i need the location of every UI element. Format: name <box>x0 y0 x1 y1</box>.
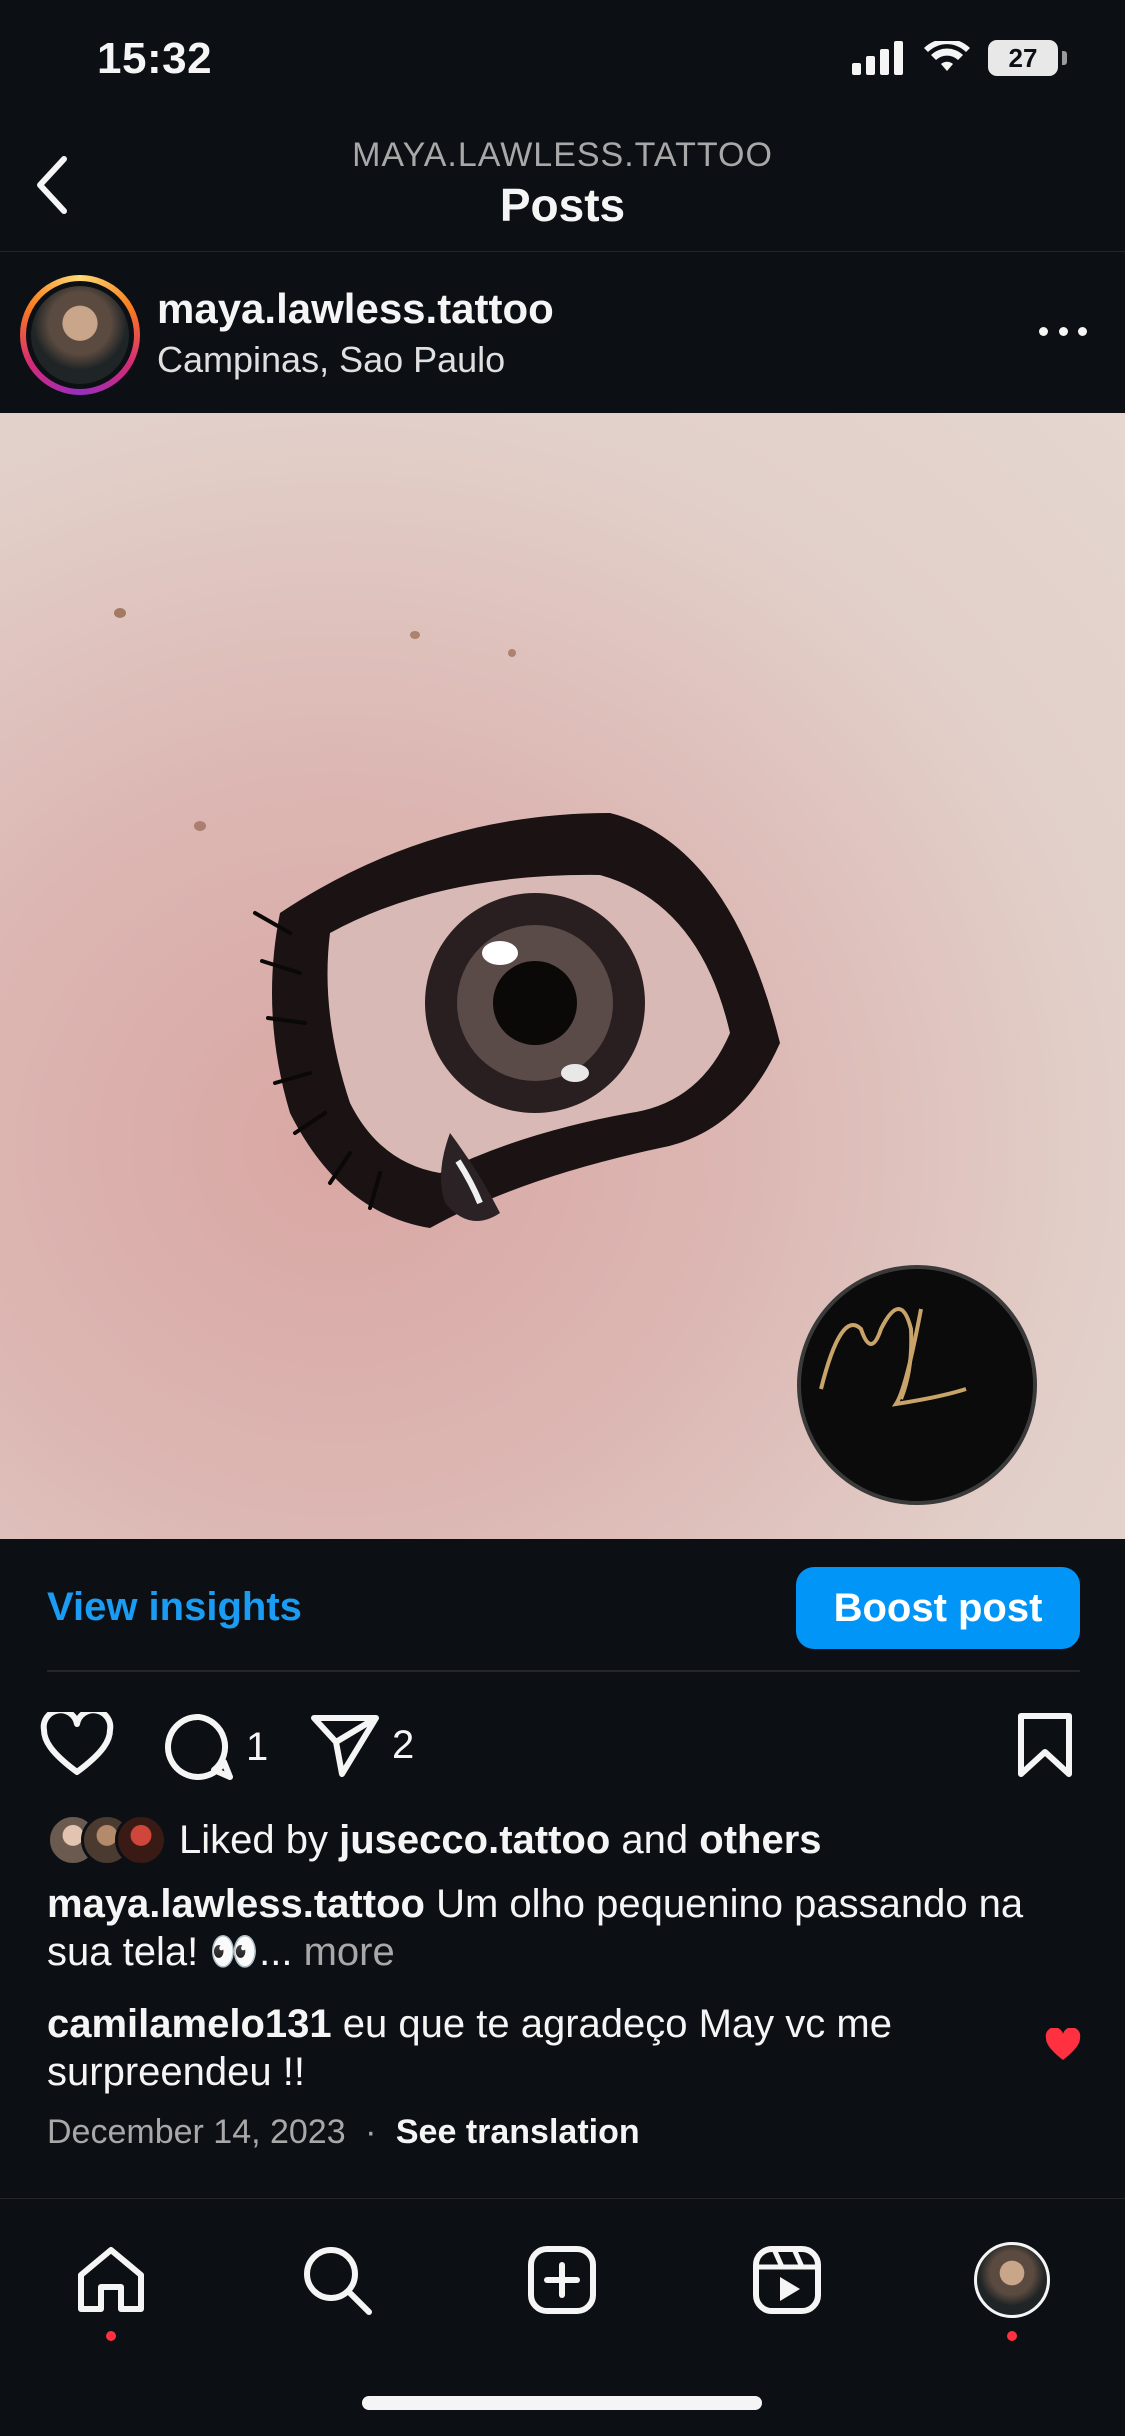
post-date-row: December 14, 2023 · See translation <box>47 2113 640 2152</box>
shares-count: 2 <box>392 1722 415 1767</box>
reels-icon <box>753 2246 821 2314</box>
nav-home[interactable] <box>66 2235 156 2341</box>
share-button[interactable]: 2 <box>310 1712 414 1778</box>
see-translation-link[interactable]: See translation <box>396 2113 640 2151</box>
nav-search[interactable] <box>292 2235 382 2325</box>
top-header: MAYA.LAWLESS.TATTOO Posts <box>0 130 1125 252</box>
create-icon <box>528 2246 596 2314</box>
liked-by-others[interactable]: others <box>699 1818 821 1862</box>
nav-reels[interactable] <box>742 2235 832 2325</box>
battery-cap <box>1062 51 1067 65</box>
post-location[interactable]: Campinas, Sao Paulo <box>157 339 505 381</box>
comment-preview: camilamelo131 eu que te agradeço May vc … <box>47 2000 1007 2096</box>
caption-more-link[interactable]: more <box>304 1930 395 1974</box>
separator-dot: · <box>365 2113 377 2151</box>
comment-username[interactable]: camilamelo131 <box>47 2002 332 2046</box>
profile-avatar <box>974 2242 1050 2318</box>
post-header: maya.lawless.tattoo Campinas, Sao Paulo <box>0 253 1125 413</box>
caption-username[interactable]: maya.lawless.tattoo <box>47 1882 425 1926</box>
story-avatar[interactable] <box>20 275 140 395</box>
insights-bar: View insights Boost post <box>0 1539 1125 1671</box>
status-bar: 15:32 27 <box>0 0 1125 130</box>
post-date: December 14, 2023 <box>47 2113 346 2151</box>
post-caption: maya.lawless.tattoo Um olho pequenino pa… <box>47 1880 1057 1976</box>
heart-filled-icon <box>1045 2027 1081 2060</box>
boost-post-button[interactable]: Boost post <box>796 1567 1080 1649</box>
more-options-button[interactable] <box>1031 311 1095 351</box>
divider <box>47 1670 1080 1672</box>
liker-avatar <box>115 1814 167 1866</box>
liked-by-prefix: Liked by <box>179 1817 328 1862</box>
notification-dot <box>106 2331 116 2341</box>
page-title: Posts <box>499 179 626 231</box>
view-insights-link[interactable]: View insights <box>47 1585 302 1630</box>
wifi-icon <box>924 41 970 71</box>
watermark-logo <box>797 1265 1037 1505</box>
status-time: 15:32 <box>97 34 213 83</box>
ml-monogram-logo <box>819 1307 967 1407</box>
dot-icon <box>1078 326 1087 336</box>
post-image[interactable] <box>0 413 1125 1539</box>
heart-icon <box>40 1712 114 1775</box>
bookmark-icon <box>1018 1713 1072 1777</box>
home-icon <box>78 2247 144 2312</box>
comments-count: 1 <box>246 1724 269 1769</box>
cellular-signal-icon <box>852 41 903 75</box>
liked-by-conj: and <box>621 1817 689 1862</box>
battery-icon: 27 <box>988 40 1058 76</box>
notification-dot <box>1007 2331 1017 2341</box>
nav-create[interactable] <box>517 2235 607 2325</box>
comment-button[interactable]: 1 <box>164 1712 268 1782</box>
likes-row[interactable]: Liked by jusecco.tattoo and others <box>47 1812 822 1868</box>
status-icons: 27 <box>852 40 1067 76</box>
like-button[interactable] <box>40 1712 114 1778</box>
home-indicator <box>362 2396 762 2410</box>
send-icon <box>311 1715 379 1777</box>
avatar-frame <box>26 281 134 389</box>
post-username[interactable]: maya.lawless.tattoo <box>157 285 554 333</box>
nav-profile[interactable] <box>967 2235 1057 2341</box>
dot-icon <box>1039 326 1048 336</box>
liked-by-text: Liked by jusecco.tattoo and others <box>179 1818 822 1863</box>
comment-icon <box>165 1713 233 1780</box>
action-row: 1 2 <box>0 1690 1125 1800</box>
save-button[interactable] <box>1016 1712 1074 1778</box>
avatar <box>31 286 129 384</box>
comment-like-button[interactable] <box>1044 2027 1082 2067</box>
header-account-name: MAYA.LAWLESS.TATTOO <box>352 136 773 174</box>
search-icon <box>304 2247 372 2315</box>
liker-username[interactable]: jusecco.tattoo <box>339 1818 610 1862</box>
dot-icon <box>1058 326 1068 336</box>
